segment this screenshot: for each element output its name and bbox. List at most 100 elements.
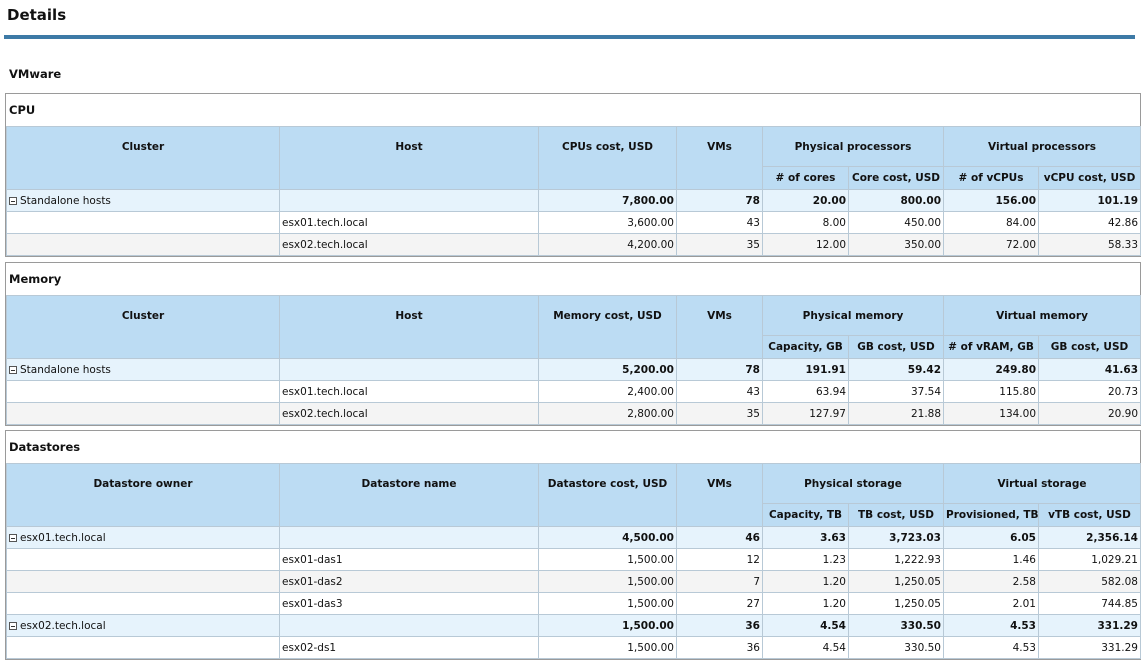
section-title: VMware — [9, 67, 62, 81]
vms-cell: 35 — [676, 402, 763, 425]
group-name-cell: Standalone hosts — [6, 189, 280, 212]
vms-cell: 36 — [676, 614, 763, 637]
virtual-1-cell: 84.00 — [943, 211, 1040, 234]
name-cell — [279, 526, 539, 549]
virtual-1-cell: 4.53 — [943, 636, 1039, 659]
column-header-virtual-2[interactable]: vCPU cost, USD — [1038, 166, 1142, 190]
cost-cell: 4,200.00 — [538, 233, 677, 256]
collapse-icon[interactable] — [9, 196, 17, 205]
column-header-cost[interactable]: CPUs cost, USD — [538, 126, 677, 167]
virtual-1-cell: 156.00 — [943, 189, 1040, 212]
physical-2-cell: 37.54 — [847, 380, 945, 403]
datastores-panel-title: Datastores — [9, 440, 81, 454]
vms-cell: 46 — [676, 526, 763, 549]
column-header-name[interactable]: Host — [279, 126, 539, 167]
column-header-virtual-1[interactable]: # of vRAM, GB — [943, 335, 1040, 359]
owner-cell — [6, 592, 280, 615]
physical-2-cell: 330.50 — [848, 636, 944, 659]
group-row: esx01.tech.local 4,500.00 46 3.63 3,723.03 6.… — [6, 526, 1141, 549]
owner-cell — [6, 402, 280, 425]
column-group-physical: Physical memory — [761, 295, 945, 336]
physical-1-cell: 127.97 — [762, 402, 849, 425]
table-row: esx01-das2 1,500.00 7 1.20 1,250.05 2.58 582.0… — [6, 570, 1141, 593]
physical-2-cell: 330.50 — [848, 614, 944, 637]
physical-2-cell: 800.00 — [847, 189, 945, 212]
vms-cell: 36 — [676, 636, 763, 659]
column-header-vms[interactable]: VMs — [676, 126, 763, 167]
cost-cell: 7,800.00 — [538, 189, 677, 212]
group-label: Standalone hosts — [20, 363, 111, 376]
collapse-icon[interactable] — [9, 533, 17, 542]
table-row: esx02.tech.local 4,200.00 35 12.00 350.00 72.… — [6, 233, 1142, 256]
collapse-icon[interactable] — [9, 621, 17, 630]
column-header-owner[interactable]: Cluster — [6, 295, 280, 336]
table-row: esx01-das3 1,500.00 27 1.20 1,250.05 2.01 744.… — [6, 592, 1141, 615]
group-label: esx01.tech.local — [20, 531, 106, 544]
datastores-panel: Datastores Datastore owner Datastore name D… — [5, 430, 1141, 660]
column-group-physical: Physical storage — [762, 463, 944, 504]
virtual-1-cell: 72.00 — [943, 233, 1040, 256]
column-header-name[interactable]: Host — [279, 295, 539, 336]
virtual-2-cell: 20.90 — [1038, 402, 1142, 425]
column-header-virtual-1[interactable]: Provisioned, TB — [943, 503, 1039, 527]
cpu-table: Cluster Host CPUs cost, USD VMs Physical pro… — [6, 126, 1142, 256]
physical-1-cell: 20.00 — [762, 189, 849, 212]
owner-cell — [6, 636, 280, 659]
virtual-1-cell: 6.05 — [943, 526, 1039, 549]
column-header-physical-1[interactable]: Capacity, GB — [762, 335, 849, 359]
vms-cell: 27 — [676, 592, 763, 615]
column-header-physical-2[interactable]: TB cost, USD — [848, 503, 944, 527]
header-spacer — [676, 166, 763, 190]
column-header-owner[interactable]: Cluster — [6, 126, 280, 167]
owner-cell — [6, 233, 280, 256]
datastores-table: Datastore owner Datastore name Datastore c… — [6, 463, 1141, 659]
column-header-cost[interactable]: Datastore cost, USD — [538, 463, 677, 504]
virtual-1-cell: 115.80 — [943, 380, 1040, 403]
table-row: esx01.tech.local 2,400.00 43 63.94 37.54 115.… — [6, 380, 1142, 403]
table-row: esx02-ds1 1,500.00 36 4.54 330.50 4.53 331.29 — [6, 636, 1141, 659]
physical-1-cell: 12.00 — [762, 233, 849, 256]
column-header-vms[interactable]: VMs — [676, 463, 763, 504]
column-header-virtual-2[interactable]: vTB cost, USD — [1038, 503, 1141, 527]
column-header-physical-1[interactable]: Capacity, TB — [762, 503, 849, 527]
virtual-2-cell: 20.73 — [1038, 380, 1142, 403]
column-group-virtual: Virtual storage — [943, 463, 1141, 504]
virtual-2-cell: 58.33 — [1038, 233, 1142, 256]
column-header-owner[interactable]: Datastore owner — [6, 463, 280, 504]
header-spacer — [6, 166, 280, 190]
group-name-cell: Standalone hosts — [6, 358, 280, 381]
column-header-vms[interactable]: VMs — [676, 295, 763, 336]
cost-cell: 3,600.00 — [538, 211, 677, 234]
group-row: esx02.tech.local 1,500.00 36 4.54 330.50 4.53… — [6, 614, 1141, 637]
virtual-2-cell: 42.86 — [1038, 211, 1142, 234]
group-row: Standalone hosts 7,800.00 78 20.00 800.00 156… — [6, 189, 1142, 212]
title-divider — [4, 35, 1135, 39]
name-cell: esx01-das2 — [279, 570, 539, 593]
column-header-physical-1[interactable]: # of cores — [762, 166, 849, 190]
header-spacer — [279, 166, 539, 190]
virtual-1-cell: 2.01 — [943, 592, 1039, 615]
physical-2-cell: 59.42 — [847, 358, 945, 381]
column-header-physical-2[interactable]: Core cost, USD — [847, 166, 945, 190]
cost-cell: 2,800.00 — [538, 402, 677, 425]
physical-1-cell: 63.94 — [762, 380, 849, 403]
header-spacer — [676, 503, 763, 527]
column-header-cost[interactable]: Memory cost, USD — [538, 295, 677, 336]
cost-cell: 1,500.00 — [538, 614, 677, 637]
vms-cell: 12 — [676, 548, 763, 571]
header-spacer — [676, 335, 763, 359]
physical-1-cell: 1.20 — [762, 592, 849, 615]
virtual-2-cell: 331.29 — [1038, 636, 1141, 659]
column-header-virtual-2[interactable]: GB cost, USD — [1038, 335, 1142, 359]
column-header-virtual-1[interactable]: # of vCPUs — [943, 166, 1040, 190]
header-spacer — [279, 335, 539, 359]
physical-2-cell: 350.00 — [847, 233, 945, 256]
cost-cell: 1,500.00 — [538, 570, 677, 593]
table-row: esx01-das1 1,500.00 12 1.23 1,222.93 1.46 1,02… — [6, 548, 1141, 571]
cpu-panel-title: CPU — [9, 103, 36, 117]
column-header-name[interactable]: Datastore name — [279, 463, 539, 504]
cost-cell: 1,500.00 — [538, 592, 677, 615]
column-header-physical-2[interactable]: GB cost, USD — [847, 335, 945, 359]
collapse-icon[interactable] — [9, 365, 17, 374]
owner-cell — [6, 380, 280, 403]
